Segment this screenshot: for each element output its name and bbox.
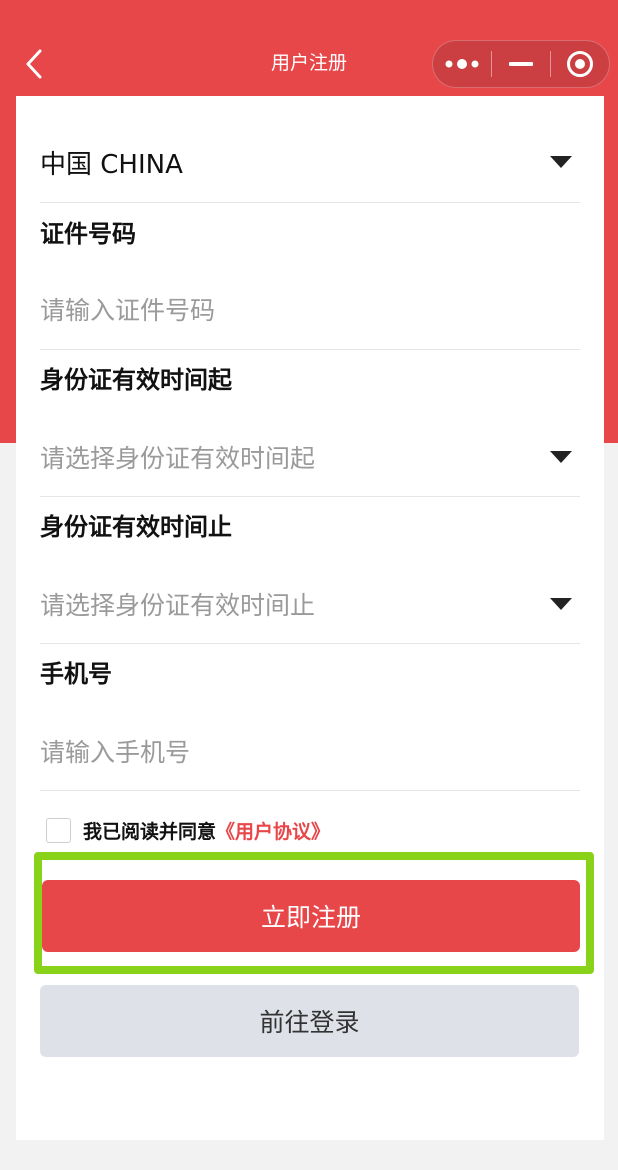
id-valid-start-label: 身份证有效时间起 (40, 366, 232, 394)
phone-placeholder: 请输入手机号 (40, 738, 191, 767)
caret-down-icon (550, 598, 572, 610)
country-label-partial (40, 96, 48, 100)
id-number-label: 证件号码 (40, 220, 136, 248)
more-dots-icon (445, 59, 479, 69)
register-button[interactable]: 立即注册 (42, 880, 580, 952)
agreement-row: 我已阅读并同意 《用户协议》 (46, 816, 330, 844)
agreement-checkbox[interactable] (46, 817, 71, 843)
id-number-input[interactable]: 请输入证件号码 (40, 279, 580, 339)
more-button[interactable] (433, 41, 491, 87)
agreement-text: 我已阅读并同意 (83, 820, 217, 843)
navbar: 用户注册 (0, 0, 618, 96)
phone-label: 手机号 (40, 660, 112, 688)
caret-down-icon (550, 451, 572, 463)
minimize-button[interactable] (492, 41, 550, 87)
divider (40, 202, 580, 203)
divider (40, 643, 580, 644)
divider (40, 790, 580, 791)
id-valid-end-label: 身份证有效时间止 (40, 513, 232, 541)
divider (40, 496, 580, 497)
minimize-icon (509, 62, 533, 66)
user-agreement-link[interactable]: 《用户协议》 (216, 817, 330, 844)
close-button[interactable] (551, 41, 609, 87)
divider (40, 349, 580, 350)
registration-form: 中国 CHINA 证件号码 请输入证件号码 身份证有效时间起 请选择身份证有效时… (16, 96, 604, 1140)
id-number-placeholder: 请输入证件号码 (40, 296, 216, 325)
id-valid-end-placeholder: 请选择身份证有效时间止 (40, 591, 316, 620)
go-to-login-button[interactable]: 前往登录 (40, 985, 579, 1057)
id-valid-end-select[interactable]: 请选择身份证有效时间止 (40, 574, 580, 634)
country-select[interactable]: 中国 CHINA (40, 132, 580, 192)
id-valid-start-select[interactable]: 请选择身份证有效时间起 (40, 427, 580, 487)
phone-input[interactable]: 请输入手机号 (40, 721, 580, 781)
target-circle-icon (567, 51, 593, 77)
country-value: 中国 CHINA (40, 149, 183, 180)
id-valid-start-placeholder: 请选择身份证有效时间起 (40, 444, 316, 473)
caret-down-icon (550, 156, 572, 168)
capsule-menu (432, 40, 610, 88)
